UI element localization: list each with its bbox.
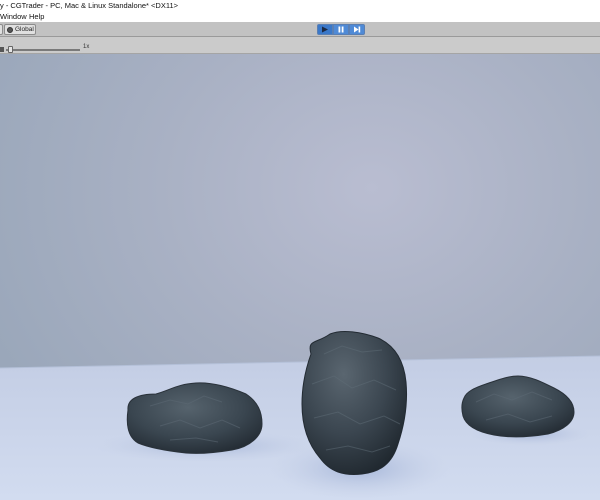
slider-min-icon — [0, 47, 4, 52]
pause-button[interactable] — [333, 24, 349, 35]
timescale-slider-track[interactable] — [6, 49, 80, 51]
rock-center — [301, 330, 407, 475]
window-titlebar: y - CGTrader - PC, Mac & Linux Standalon… — [0, 0, 600, 11]
scene-render — [0, 330, 600, 500]
scene-toolbar: 1x — [0, 37, 600, 54]
pivot-rotation-toggle[interactable]: Global — [4, 24, 36, 35]
step-button[interactable] — [349, 24, 365, 35]
timescale-slider-thumb[interactable] — [7, 46, 13, 53]
timescale-slider-value: 1x — [83, 44, 90, 50]
window-title: y - CGTrader - PC, Mac & Linux Standalon… — [0, 1, 178, 10]
menu-item-window[interactable]: Window — [0, 12, 27, 21]
menu-bar: Window Help — [0, 11, 600, 22]
globe-icon — [7, 26, 13, 33]
menu-item-help[interactable]: Help — [29, 12, 44, 21]
play-icon — [322, 26, 328, 33]
pivot-rotation-label: Global — [15, 26, 34, 33]
main-toolbar: Global — [0, 22, 600, 37]
pause-icon — [338, 26, 344, 33]
step-icon — [354, 26, 361, 33]
pivot-mode-button[interactable] — [0, 24, 3, 35]
scene-viewport[interactable] — [0, 54, 600, 500]
play-controls — [317, 24, 365, 35]
play-button[interactable] — [317, 24, 333, 35]
